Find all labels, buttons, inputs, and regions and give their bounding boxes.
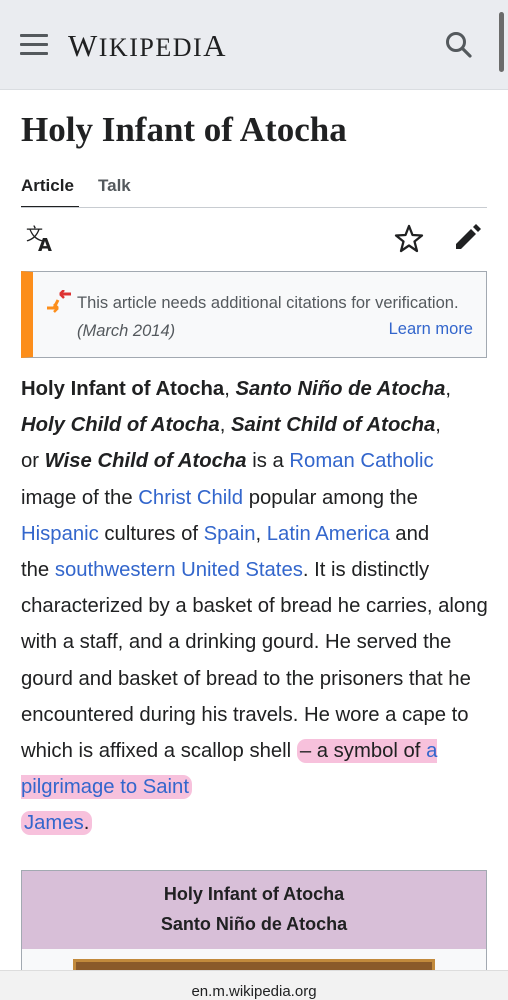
citation-needed-icon [47, 290, 71, 313]
text: , [435, 414, 441, 437]
bold-term: Holy Infant of Atocha [21, 378, 225, 400]
text: , [255, 522, 267, 545]
text: is a [246, 450, 290, 473]
highlighted-text: James. [21, 811, 93, 836]
text: cultures of [98, 522, 204, 545]
bold-italic-term: Holy Child of Atocha [21, 414, 220, 437]
infobox-header: Holy Infant of Atocha Santo Niño de Atoc… [22, 871, 486, 949]
text: , [224, 378, 236, 400]
tab-talk[interactable]: Talk [98, 176, 131, 196]
text: popular among the [243, 486, 418, 509]
link-roman-catholic[interactable]: Roman Catholic [289, 450, 433, 472]
star-icon[interactable] [394, 222, 424, 256]
svg-text:A: A [38, 235, 52, 256]
article-lead-paragraph: Holy Infant of Atocha, Santo Niño de Ato… [21, 371, 493, 842]
page-tabs: Article Talk [21, 170, 487, 208]
link-james[interactable]: James [24, 812, 84, 834]
text: , [219, 414, 231, 437]
learn-more-link[interactable]: Learn more [389, 320, 473, 339]
text: . [83, 812, 90, 835]
notice-message: This article needs additional citations … [77, 294, 459, 312]
top-header: WIKIPEDIA [0, 0, 508, 90]
text: the [21, 559, 55, 582]
hamburger-menu-icon[interactable] [20, 34, 48, 56]
bold-italic-term: Wise Child of Atocha [44, 450, 247, 473]
text: or [21, 450, 45, 473]
link-spain[interactable]: Spain [204, 523, 256, 545]
infobox-title: Holy Infant of Atocha [163, 884, 345, 904]
translate-icon[interactable]: 文 A [25, 222, 55, 256]
infobox-subtitle: Santo Niño de Atocha [160, 914, 348, 934]
scrollbar[interactable] [499, 12, 504, 72]
notice-date: (March 2014) [77, 322, 176, 340]
text: , [445, 378, 452, 400]
text: . It is distinctly characterized by a ba… [21, 559, 488, 763]
bold-italic-term: Santo Niño de Atocha [235, 378, 446, 400]
wikipedia-wordmark[interactable]: WIKIPEDIA [68, 28, 227, 64]
text: and [389, 522, 430, 545]
url-text: en.m.wikipedia.org [191, 983, 317, 1000]
citation-notice: This article needs additional citations … [21, 271, 487, 358]
text: – a symbol of [299, 740, 427, 763]
browser-url-bar[interactable]: en.m.wikipedia.org [0, 970, 508, 1000]
link-latin-america[interactable]: Latin America [267, 523, 390, 545]
search-icon[interactable] [444, 30, 474, 60]
page-actions: 文 A [21, 222, 487, 258]
tab-article[interactable]: Article [21, 176, 74, 196]
link-christ-child[interactable]: Christ Child [138, 487, 243, 509]
bold-italic-term: Saint Child of Atocha [230, 414, 436, 437]
tabs-divider [21, 207, 487, 208]
page-title: Holy Infant of Atocha [21, 110, 347, 149]
link-hispanic[interactable]: Hispanic [21, 523, 99, 545]
pencil-icon[interactable] [452, 222, 482, 256]
link-southwestern-united-states[interactable]: southwestern United States [55, 559, 303, 581]
text: image of the [21, 486, 139, 509]
